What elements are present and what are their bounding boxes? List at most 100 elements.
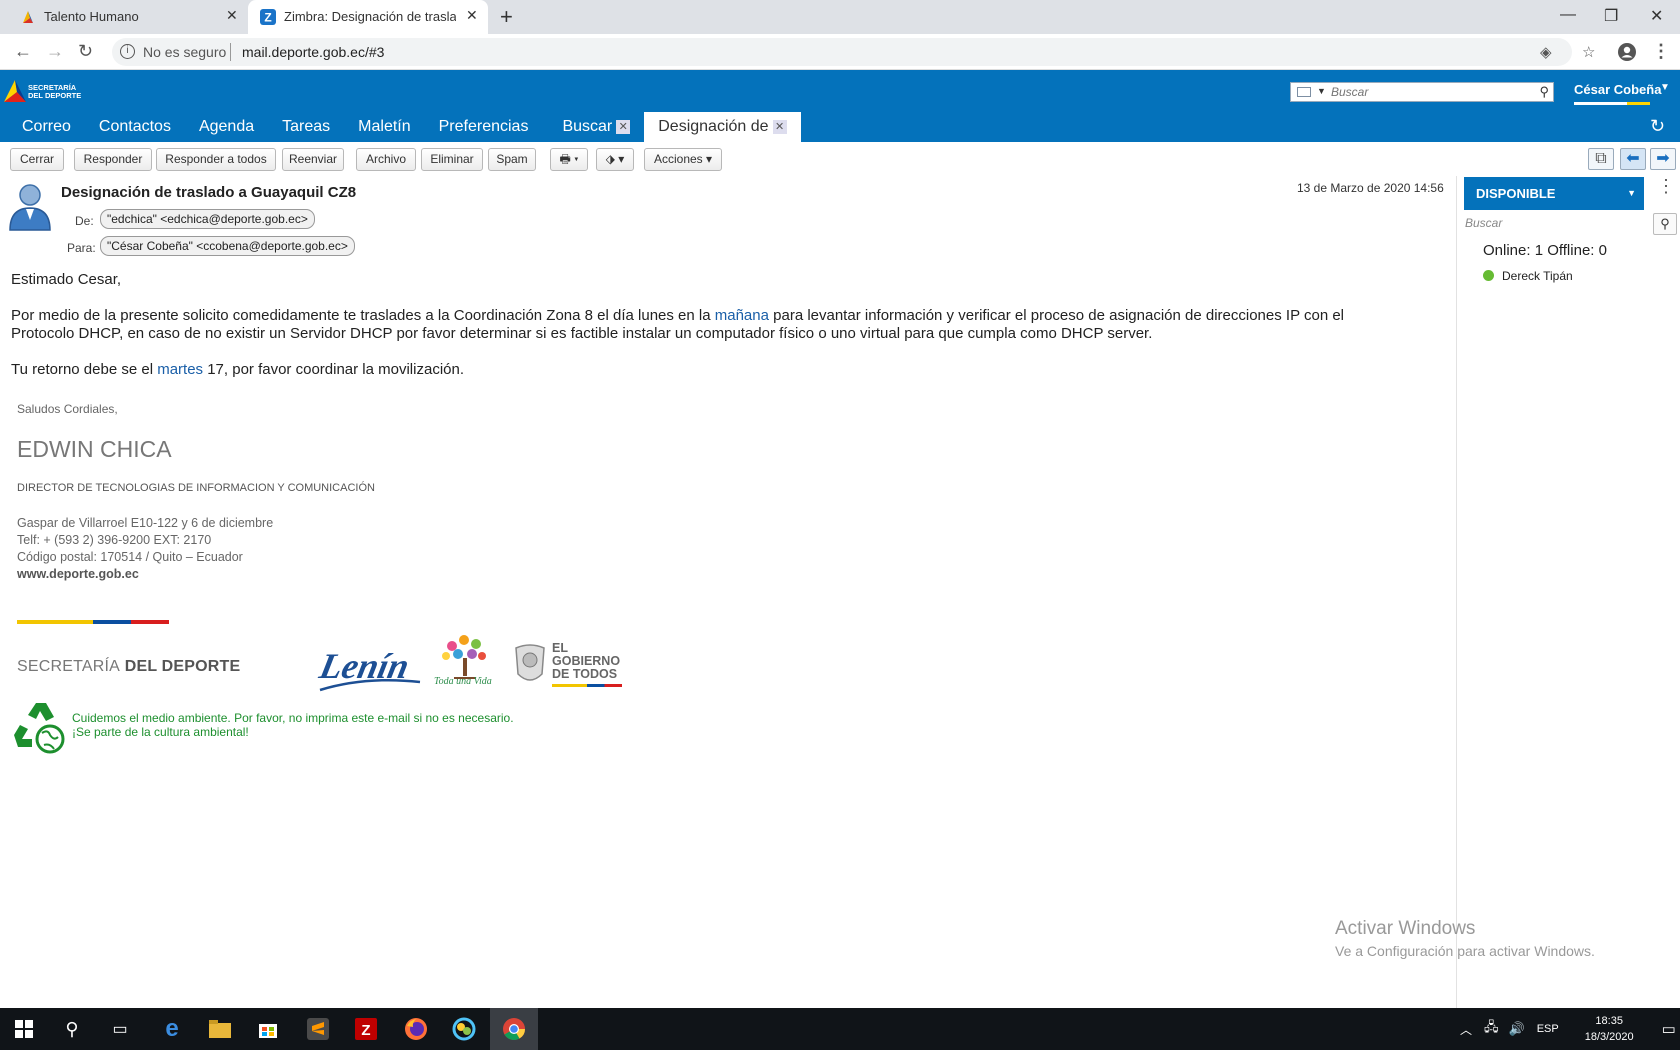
chat-menu-icon[interactable]: ⋮: [1657, 177, 1675, 195]
org-name-bold: DEL DEPORTE: [120, 658, 241, 675]
coat-of-arms-icon: [515, 644, 545, 681]
eco-message-line1: Cuidemos el medio ambiente. Por favor, n…: [72, 711, 514, 725]
detach-window-icon[interactable]: ⧉: [1588, 148, 1614, 170]
tab-designacion[interactable]: Designación de ✕: [644, 112, 801, 142]
zimbra-favicon: Z: [260, 9, 276, 25]
print-button[interactable]: 🖶 ▾: [550, 148, 588, 171]
firefox-icon[interactable]: [392, 1008, 440, 1050]
language-indicator[interactable]: ESP: [1537, 1023, 1559, 1035]
lenin-signature-logo: Lenín: [316, 646, 421, 692]
delete-button[interactable]: Eliminar: [421, 148, 483, 171]
url-text[interactable]: mail.deporte.gob.ec/#3: [242, 44, 384, 60]
signature-address: Gaspar de Villarroel E10-122 y 6 de dici…: [17, 516, 274, 530]
archive-button[interactable]: Archivo: [356, 148, 416, 171]
refresh-icon[interactable]: ↻: [1650, 116, 1665, 137]
tag-button[interactable]: ⬗ ▾: [596, 148, 634, 171]
from-address[interactable]: "edchica" <edchica@deporte.gob.ec>: [100, 209, 315, 229]
browser-tab-title: Zimbra: Designación de traslado: [284, 9, 456, 24]
close-tab-icon[interactable]: ✕: [466, 7, 478, 24]
flag-stripe: [17, 620, 169, 624]
chrome-icon[interactable]: [490, 1008, 538, 1050]
mail-envelope-icon[interactable]: [1297, 87, 1311, 97]
tag-icon: ⬗: [605, 152, 615, 166]
secretaria-logo[interactable]: SECRETARÍA DEL DEPORTE: [2, 76, 84, 106]
eye-icon[interactable]: ◈: [1540, 43, 1552, 61]
system-tray: ︿ 🖧 🔊 ESP 18:35 18/3/2020 ▭: [1460, 1008, 1676, 1050]
body-text: Por medio de la presente solicito comedi…: [11, 307, 715, 324]
clock-time: 18:35: [1595, 1015, 1623, 1027]
forward-icon[interactable]: →: [46, 41, 64, 62]
new-tab-icon[interactable]: +: [500, 4, 513, 30]
windows-start-icon[interactable]: [0, 1008, 48, 1050]
back-icon[interactable]: ←: [14, 41, 32, 62]
security-label: No es seguro: [143, 44, 227, 60]
filezilla-icon[interactable]: Z: [342, 1008, 390, 1050]
close-tab-icon[interactable]: ✕: [226, 7, 238, 24]
profile-icon[interactable]: [1617, 42, 1637, 62]
spam-button[interactable]: Spam: [488, 148, 536, 171]
zimbra-search-input[interactable]: [1331, 84, 1531, 100]
tab-tareas[interactable]: Tareas: [268, 112, 344, 142]
star-icon[interactable]: ☆: [1582, 43, 1595, 61]
chat-search-input[interactable]: Buscar: [1465, 216, 1635, 230]
network-icon[interactable]: 🖧: [1484, 1018, 1499, 1040]
gobierno-logo: EL GOBIERNO DE TODOS: [552, 642, 622, 687]
info-icon[interactable]: i: [120, 44, 135, 59]
chevron-up-icon[interactable]: ︿: [1460, 1021, 1472, 1038]
volume-icon[interactable]: 🔊: [1509, 1021, 1525, 1037]
chat-panel: DISPONIBLE ▼ ⋮ Buscar ⚲ Online: 1 Offlin…: [1456, 176, 1680, 1008]
search-icon[interactable]: ⚲: [1653, 213, 1677, 235]
date-link[interactable]: martes: [157, 361, 203, 378]
watermark-subtitle: Ve a Configuración para activar Windows.: [1335, 943, 1595, 959]
tab-correo[interactable]: Correo: [0, 112, 85, 142]
tab-buscar[interactable]: Buscar ✕: [542, 112, 644, 142]
tab-contactos[interactable]: Contactos: [85, 112, 185, 142]
close-button[interactable]: Cerrar: [10, 148, 64, 171]
browser-tab-zimbra[interactable]: Z Zimbra: Designación de traslado ✕: [248, 0, 488, 34]
tab-designacion-label: Designación de: [658, 118, 769, 135]
minimize-icon[interactable]: —: [1560, 6, 1576, 24]
notifications-icon[interactable]: ▭: [1662, 1020, 1676, 1038]
actions-button[interactable]: Acciones ▾: [644, 148, 722, 171]
store-icon[interactable]: [244, 1008, 292, 1050]
online-status-icon: [1483, 270, 1494, 281]
close-tab-icon[interactable]: ✕: [772, 119, 787, 134]
window-close-icon[interactable]: ✕: [1650, 6, 1663, 26]
search-icon[interactable]: ⚲: [48, 1008, 96, 1050]
presence-status-button[interactable]: DISPONIBLE ▼: [1464, 177, 1644, 210]
zimbra-search: ▼ ⚲: [1290, 82, 1554, 102]
app-icon[interactable]: [440, 1008, 488, 1050]
clock[interactable]: 18:35 18/3/2020: [1585, 1013, 1634, 1045]
tab-agenda[interactable]: Agenda: [185, 112, 268, 142]
browser-menu-icon[interactable]: ⋮: [1652, 41, 1670, 62]
message-toolbar: Cerrar Responder Responder a todos Reenv…: [0, 142, 1680, 176]
address-bar[interactable]: i No es seguro mail.deporte.gob.ec/#3 ◈ …: [112, 38, 1595, 66]
reload-icon[interactable]: ↻: [78, 41, 93, 62]
file-explorer-icon[interactable]: [196, 1008, 244, 1050]
forward-button[interactable]: Reenviar: [282, 148, 344, 171]
reply-all-button[interactable]: Responder a todos: [156, 148, 276, 171]
tab-maletin[interactable]: Maletín: [344, 112, 424, 142]
tab-preferencias[interactable]: Preferencias: [425, 112, 543, 142]
message-subject: Designación de traslado a Guayaquil CZ8: [61, 184, 357, 201]
search-icon[interactable]: ⚲: [1539, 84, 1549, 100]
date-link[interactable]: mañana: [715, 307, 769, 324]
next-message-icon[interactable]: ➡: [1650, 148, 1676, 170]
user-menu[interactable]: César Cobeña ▼: [1574, 82, 1670, 105]
sublime-icon[interactable]: [294, 1008, 342, 1050]
search-type-dropdown-icon[interactable]: ▼: [1317, 86, 1326, 96]
reply-button[interactable]: Responder: [74, 148, 152, 171]
previous-message-icon[interactable]: ⬅: [1620, 148, 1646, 170]
signature-name: EDWIN CHICA: [17, 436, 172, 462]
close-tab-icon[interactable]: ✕: [616, 119, 631, 134]
signature-website[interactable]: www.deporte.gob.ec: [17, 566, 273, 583]
body-text: 17, por favor coordinar la movilización.: [203, 361, 465, 378]
browser-tab-talento[interactable]: Talento Humano ✕: [0, 0, 248, 34]
buddy-item[interactable]: Dereck Tipán: [1483, 269, 1573, 283]
edge-icon[interactable]: e: [148, 1008, 196, 1050]
signature-postal: Código postal: 170514 / Quito – Ecuador: [17, 550, 243, 564]
task-view-icon[interactable]: ▭: [96, 1008, 144, 1050]
to-address[interactable]: "César Cobeña" <ccobena@deporte.gob.ec>: [100, 236, 355, 256]
logo-mark-icon: [4, 80, 26, 102]
restore-icon[interactable]: ❐: [1604, 6, 1618, 26]
